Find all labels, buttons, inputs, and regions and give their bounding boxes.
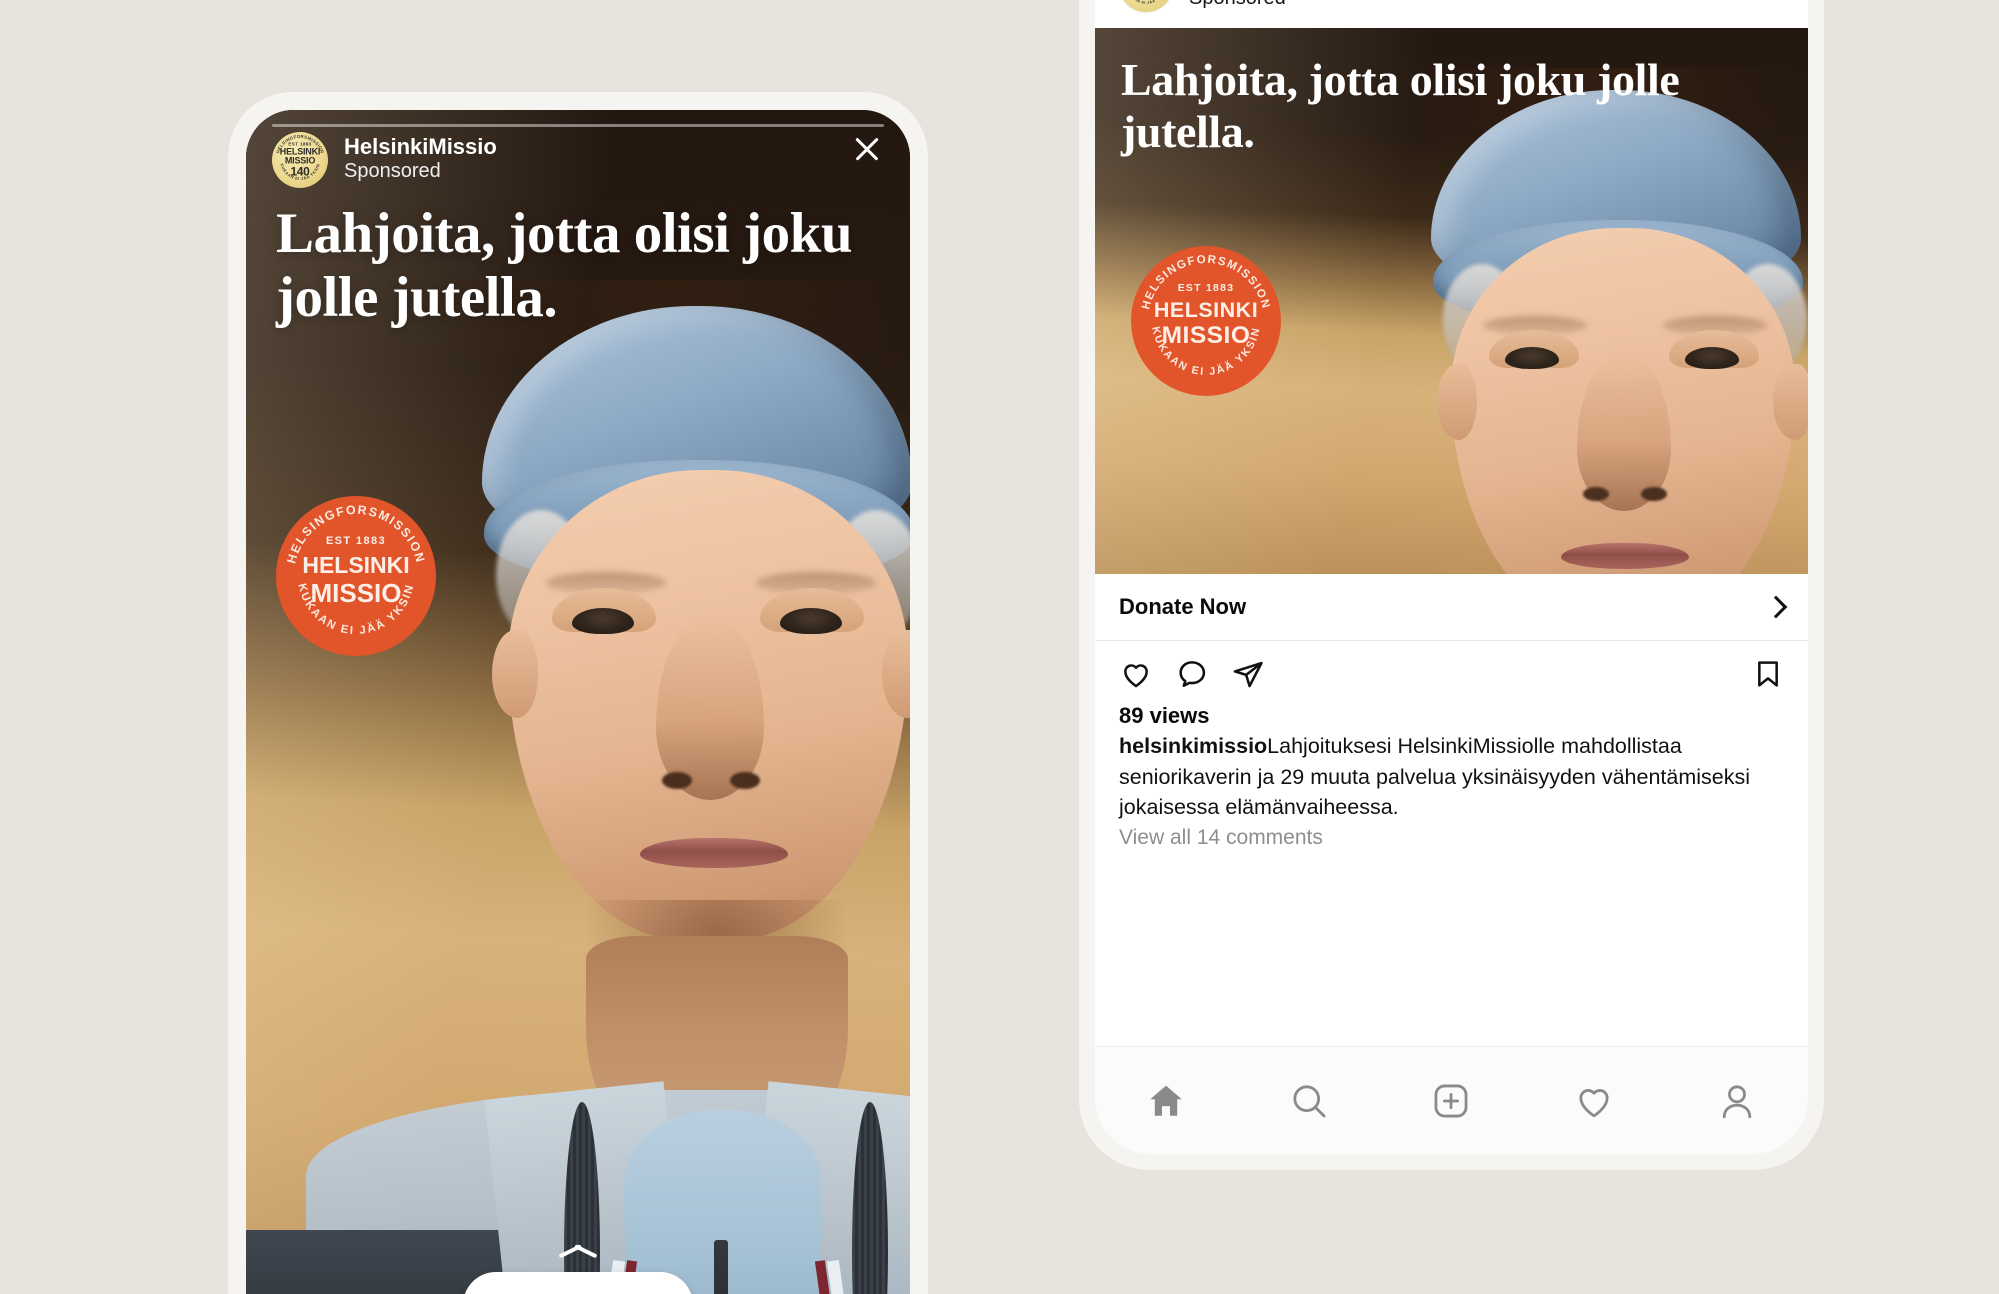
instagram-bottom-nav	[1095, 1046, 1808, 1154]
feed-action-bar	[1095, 641, 1808, 697]
learn-more-button[interactable]: Learn more	[462, 1272, 694, 1294]
cta-label: Donate Now	[1119, 594, 1247, 619]
comment-icon[interactable]	[1175, 657, 1209, 691]
view-count: 89 views	[1119, 703, 1210, 728]
view-comments-link[interactable]: View all 14 comments	[1119, 826, 1784, 850]
feed-caption-block: 89 views helsinkimissioLahjoituksesi Hel…	[1095, 697, 1808, 850]
search-icon[interactable]	[1288, 1080, 1330, 1122]
avatar-anniversary: 140	[290, 164, 310, 179]
heart-icon[interactable]	[1573, 1080, 1615, 1122]
story-account-name[interactable]: HelsinkiMissio	[344, 134, 497, 159]
feed-sponsored-label: Sponsored	[1189, 0, 1348, 11]
chevron-up-icon[interactable]	[557, 1240, 599, 1258]
stamp-line2: MISSIO	[1161, 322, 1251, 349]
helsinkimissio-stamp-logo: HELSINGFORSMISSION KUKAAN EI JÄÄ YKSIN E…	[276, 496, 436, 656]
donate-now-cta[interactable]: Donate Now	[1095, 574, 1808, 641]
close-icon[interactable]	[850, 132, 884, 166]
chevron-right-icon	[1764, 595, 1788, 619]
instagram-screen: HELSINGFORSMISSION KUKAAN EI JÄÄ YKSIN E…	[1095, 0, 1808, 1154]
stamp-est: EST 1883	[325, 535, 387, 547]
caption-text-line: helsinkimissioLahjoituksesi HelsinkiMiss…	[1119, 731, 1784, 823]
feed-account-info: helsinkimissio Sponsored	[1189, 0, 1348, 11]
feed-media[interactable]: HELSINGFORSMISSION KUKAAN EI JÄÄ YKSIN E…	[1095, 28, 1808, 574]
plus-square-icon[interactable]	[1430, 1080, 1472, 1122]
home-icon[interactable]	[1145, 1080, 1187, 1122]
phone-mockup-feed: HELSINGFORSMISSION KUKAAN EI JÄÄ YKSIN E…	[1079, 0, 1824, 1170]
avatar[interactable]: HELSINGFORSMISSION KUKAAN EI JÄÄ YKSIN E…	[272, 132, 328, 188]
story-account-info: HelsinkiMissio Sponsored	[344, 132, 497, 183]
share-icon[interactable]	[1231, 657, 1265, 691]
stamp-est: EST 1883	[1177, 283, 1235, 294]
avatar-outer-bottom: KUKAAN EI JÄÄ YKSIN	[1126, 0, 1165, 5]
feed-headline: Lahjoita, jotta olisi joku jolle jutella…	[1121, 54, 1680, 158]
phone-mockup-story: HELSINGFORSMISSION KUKAAN EI JÄÄ YKSIN E…	[228, 92, 928, 1294]
story-topbar: HELSINGFORSMISSION KUKAAN EI JÄÄ YKSIN E…	[246, 110, 910, 188]
person-icon[interactable]	[1716, 1080, 1758, 1122]
story-cta-area: Learn more	[246, 1240, 910, 1294]
story-headline: Lahjoita, jotta olisi joku jolle jutella…	[276, 202, 853, 329]
avatar[interactable]: HELSINGFORSMISSION KUKAAN EI JÄÄ YKSIN E…	[1119, 0, 1173, 12]
bookmark-icon[interactable]	[1752, 657, 1784, 691]
story-screen: HELSINGFORSMISSION KUKAAN EI JÄÄ YKSIN E…	[246, 110, 910, 1294]
stamp-line2: MISSIO	[310, 578, 402, 608]
helsinkimissio-stamp-logo: HELSINGFORSMISSION KUKAAN EI JÄÄ YKSIN E…	[1131, 246, 1281, 396]
svg-text:KUKAAN EI JÄÄ YKSIN: KUKAAN EI JÄÄ YKSIN	[1126, 0, 1165, 5]
stamp-line1: HELSINKI	[302, 552, 410, 578]
caption-author[interactable]: helsinkimissio	[1119, 734, 1267, 758]
stamp-line1: HELSINKI	[1153, 298, 1259, 322]
feed-post-header: HELSINGFORSMISSION KUKAAN EI JÄÄ YKSIN E…	[1095, 0, 1808, 28]
feed-filler	[1095, 849, 1808, 1046]
screenshot-stage: HELSINGFORSMISSION KUKAAN EI JÄÄ YKSIN E…	[0, 0, 1999, 1294]
heart-icon[interactable]	[1119, 657, 1153, 691]
story-sponsored-label: Sponsored	[344, 160, 441, 183]
